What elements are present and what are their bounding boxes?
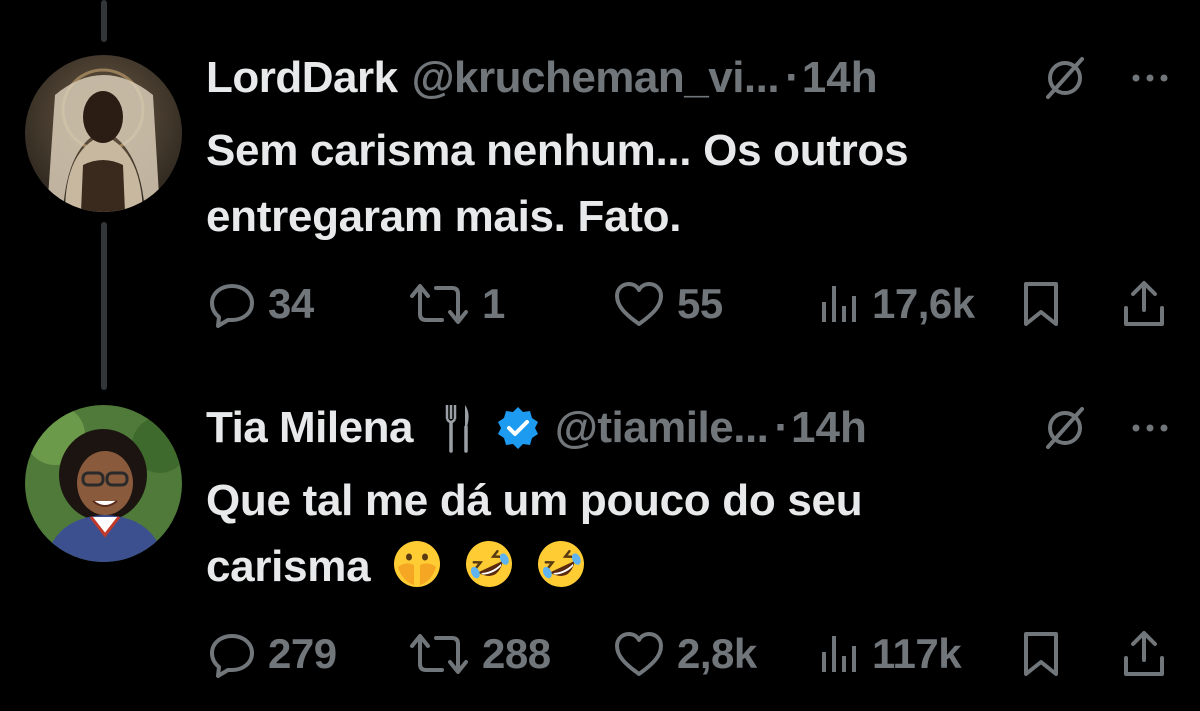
retweet-button[interactable]: 288 (406, 624, 551, 684)
retweet-count: 288 (482, 630, 551, 677)
share-button[interactable] (1118, 624, 1170, 684)
reply-button[interactable]: 34 (206, 274, 314, 334)
reply-count: 34 (268, 280, 314, 327)
reply-count: 279 (268, 630, 337, 677)
reply-icon (210, 634, 254, 678)
tweet-text-line: carisma (206, 542, 371, 591)
heart-icon (615, 282, 663, 326)
retweet-count: 1 (482, 280, 505, 327)
tweet-header: Tia Milena @tiamile... · 14h (206, 398, 1170, 458)
reply-icon (210, 284, 254, 328)
share-icon (1124, 631, 1164, 676)
timestamp[interactable]: 14h (802, 53, 878, 103)
bookmark-button[interactable] (1018, 274, 1064, 334)
tweet-actions: 279 288 2,8k 117k (206, 624, 1170, 684)
rolling-laughing-emoji-icon (536, 539, 586, 589)
tweet-text-line: entregaram mais. Fato. (206, 192, 682, 241)
hand-over-mouth-emoji-icon (392, 539, 442, 589)
like-count: 2,8k (677, 630, 757, 677)
grok-icon[interactable] (1040, 403, 1090, 453)
heart-icon (615, 632, 663, 676)
tweet-lorddark[interactable]: LordDark @krucheman_vi... · 14h Sem cari… (0, 0, 1200, 390)
views-button[interactable]: 117k (816, 624, 962, 684)
tweet-header: LordDark @krucheman_vi... · 14h (206, 48, 1170, 108)
bookmark-icon (1024, 632, 1058, 676)
views-count: 17,6k (872, 280, 975, 327)
tweet-actions: 34 1 55 17,6k (206, 274, 1170, 334)
bookmark-button[interactable] (1018, 624, 1064, 684)
tweet-text-line: Sem carisma nenhum... Os outros (206, 126, 909, 175)
views-count: 117k (872, 630, 962, 677)
display-name[interactable]: LordDark (206, 53, 398, 103)
tweet-text-line: Que tal me dá um pouco do seu (206, 476, 863, 525)
tweet-text: Sem carisma nenhum... Os outros entregar… (206, 118, 1106, 250)
fork-knife-icon (443, 401, 473, 455)
tweet-tiamilena[interactable]: Tia Milena @tiamile... · 14h Que tal me … (0, 390, 1200, 711)
timestamp[interactable]: 14h (791, 403, 867, 453)
rolling-laughing-emoji-icon (464, 539, 514, 589)
handle[interactable]: @krucheman_vi... (412, 53, 780, 103)
like-button[interactable]: 2,8k (611, 624, 757, 684)
verified-badge-icon[interactable] (495, 405, 541, 451)
retweet-button[interactable]: 1 (406, 274, 505, 334)
tweet-text-line-2: carisma (206, 534, 1106, 600)
like-count: 55 (677, 280, 723, 327)
views-button[interactable]: 17,6k (816, 274, 975, 334)
more-options-icon[interactable] (1130, 418, 1170, 438)
avatar[interactable] (25, 55, 182, 212)
share-icon (1124, 281, 1164, 326)
like-button[interactable]: 55 (611, 274, 723, 334)
more-options-icon[interactable] (1130, 68, 1170, 88)
views-icon (822, 636, 856, 672)
retweet-icon (410, 634, 468, 674)
share-button[interactable] (1118, 274, 1170, 334)
separator-dot: · (785, 53, 800, 102)
display-name[interactable]: Tia Milena (206, 403, 413, 453)
handle[interactable]: @tiamile... (555, 403, 769, 453)
tweet-text: Que tal me dá um pouco do seu carisma (206, 468, 1106, 600)
avatar[interactable] (25, 405, 182, 562)
retweet-icon (410, 284, 468, 324)
separator-dot: · (774, 403, 790, 452)
bookmark-icon (1024, 282, 1058, 326)
grok-icon[interactable] (1040, 53, 1090, 103)
reply-button[interactable]: 279 (206, 624, 337, 684)
views-icon (822, 286, 856, 322)
